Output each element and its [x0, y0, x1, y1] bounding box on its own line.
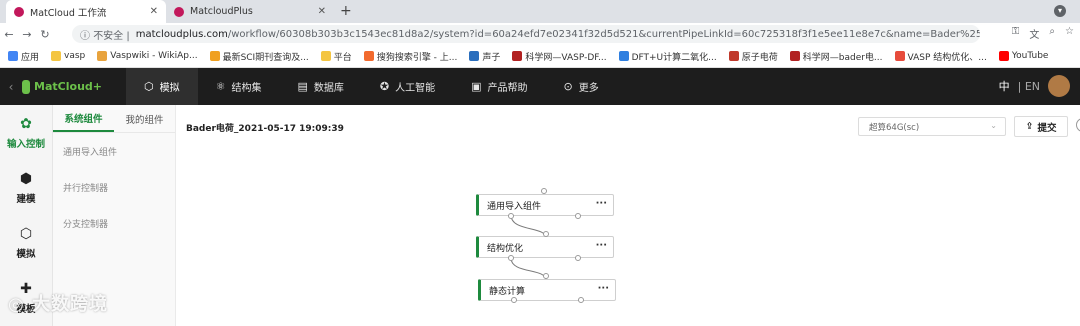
- watermark: ◎ 大数跨境: [8, 294, 108, 315]
- node-label: 结构优化: [487, 243, 524, 254]
- more-options-icon[interactable]: ···: [596, 240, 607, 251]
- output-port[interactable]: [511, 297, 517, 303]
- workflow-node-static-calculation[interactable]: 静态计算 ···: [478, 279, 616, 301]
- output-port[interactable]: [575, 213, 581, 219]
- output-port[interactable]: [575, 255, 581, 261]
- input-port[interactable]: [543, 273, 549, 279]
- workflow-node-generic-import[interactable]: 通用导入组件 ···: [476, 194, 614, 216]
- output-port[interactable]: [508, 213, 514, 219]
- more-options-icon[interactable]: ···: [596, 198, 607, 209]
- connection-2-3: [510, 257, 547, 281]
- connection-1-2: [510, 214, 547, 239]
- node-label: 通用导入组件: [487, 201, 542, 212]
- workflow-node-structure-optimization[interactable]: 结构优化 ···: [476, 236, 614, 258]
- node-label: 静态计算: [489, 286, 526, 297]
- input-port[interactable]: [543, 231, 549, 237]
- input-port[interactable]: [541, 188, 547, 194]
- output-port[interactable]: [578, 297, 584, 303]
- output-port[interactable]: [508, 255, 514, 261]
- workflow-connections: [510, 214, 547, 281]
- more-options-icon[interactable]: ···: [598, 283, 609, 294]
- watermark-text: 大数跨境: [31, 294, 108, 315]
